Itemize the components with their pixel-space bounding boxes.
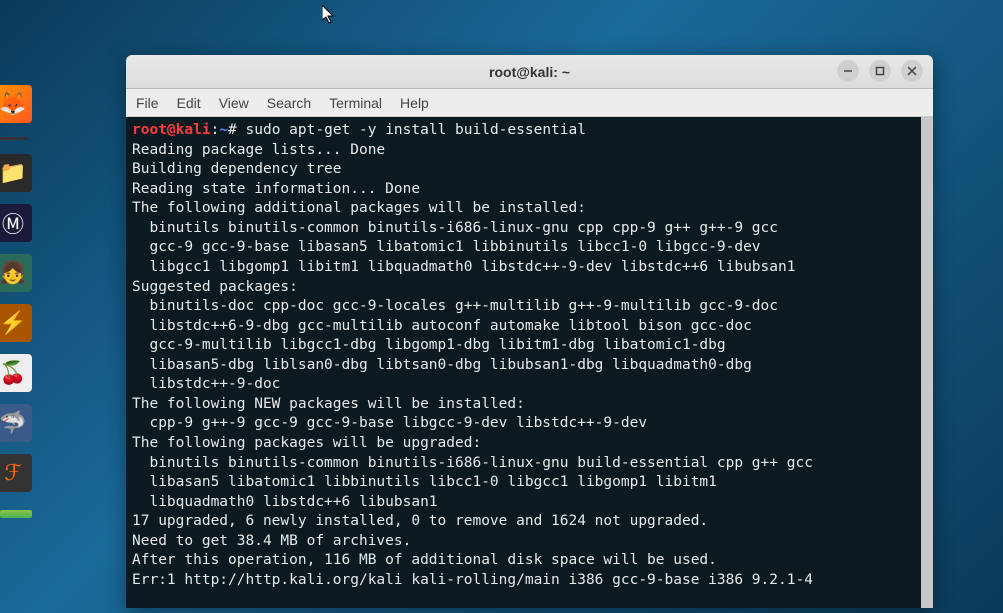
- window-title: root@kali: ~: [489, 64, 570, 80]
- burpsuite-icon[interactable]: ℱ: [0, 454, 32, 492]
- output-line: After this operation, 116 MB of addition…: [132, 552, 717, 568]
- menu-terminal[interactable]: Terminal: [329, 95, 382, 111]
- output-line: Suggested packages:: [132, 279, 298, 295]
- maximize-button[interactable]: [869, 60, 891, 82]
- output-line: libstdc++6-9-dbg gcc-multilib autoconf a…: [132, 318, 752, 334]
- prompt-host: kali: [176, 122, 211, 138]
- output-line: Reading state information... Done: [132, 181, 420, 197]
- menu-search[interactable]: Search: [267, 95, 311, 111]
- window-titlebar[interactable]: root@kali: ~: [126, 55, 933, 89]
- menubar: File Edit View Search Terminal Help: [126, 89, 933, 117]
- output-line: Reading package lists... Done: [132, 142, 385, 158]
- output-line: gcc-9 gcc-9-base libasan5 libatomic1 lib…: [132, 239, 761, 255]
- zap-icon[interactable]: ⚡: [0, 304, 32, 342]
- output-line: The following NEW packages will be insta…: [132, 396, 525, 412]
- prompt-user: root: [132, 122, 167, 138]
- terminal-body[interactable]: root@kali:~# sudo apt-get -y install bui…: [126, 117, 933, 608]
- output-line: libstdc++-9-doc: [132, 376, 280, 392]
- output-line: cpp-9 g++-9 gcc-9 gcc-9-base libgcc-9-de…: [132, 415, 647, 431]
- prompt-colon: :: [211, 122, 220, 138]
- show-apps-icon[interactable]: [0, 510, 32, 518]
- output-line: The following packages will be upgraded:: [132, 435, 481, 451]
- output-line: binutils binutils-common binutils-i686-l…: [132, 220, 778, 236]
- menu-edit[interactable]: Edit: [177, 95, 201, 111]
- minimize-button[interactable]: [837, 60, 859, 82]
- dock-separator: [0, 137, 28, 140]
- files-icon[interactable]: 📁: [0, 154, 32, 192]
- output-line: The following additional packages will b…: [132, 200, 586, 216]
- close-button[interactable]: [901, 60, 923, 82]
- terminal-window: root@kali: ~ File Edit View Search Termi…: [126, 55, 933, 608]
- desktop-dock: 🦊 📁 Ⓜ 👧 ⚡ 🍒 🦈 ℱ: [0, 85, 42, 518]
- window-controls: [837, 60, 923, 82]
- output-line: binutils binutils-common binutils-i686-l…: [132, 455, 813, 471]
- prompt-hash: #: [228, 122, 237, 138]
- output-line: binutils-doc cpp-doc gcc-9-locales g++-m…: [132, 298, 778, 314]
- output-line: Building dependency tree: [132, 161, 342, 177]
- metasploit-icon[interactable]: Ⓜ: [0, 204, 32, 242]
- output-line: libasan5-dbg liblsan0-dbg libtsan0-dbg l…: [132, 357, 752, 373]
- command-text: sudo apt-get -y install build-essential: [246, 122, 586, 138]
- cherrytree-icon[interactable]: 🍒: [0, 354, 32, 392]
- wireshark-icon[interactable]: 🦈: [0, 404, 32, 442]
- menu-help[interactable]: Help: [400, 95, 429, 111]
- mouse-cursor: [322, 5, 338, 25]
- output-line: gcc-9-multilib libgcc1-dbg libgomp1-dbg …: [132, 337, 726, 353]
- output-line: Need to get 38.4 MB of archives.: [132, 533, 411, 549]
- prompt-path: ~: [219, 122, 228, 138]
- armitage-icon[interactable]: 👧: [0, 254, 32, 292]
- output-line: libgcc1 libgomp1 libitm1 libquadmath0 li…: [132, 259, 795, 275]
- firefox-icon[interactable]: 🦊: [0, 85, 32, 123]
- prompt-at: @: [167, 122, 176, 138]
- output-line: 17 upgraded, 6 newly installed, 0 to rem…: [132, 513, 708, 529]
- output-line: libasan5 libatomic1 libbinutils libcc1-0…: [132, 474, 717, 490]
- menu-file[interactable]: File: [136, 95, 159, 111]
- output-line: Err:1 http://http.kali.org/kali kali-rol…: [132, 572, 813, 588]
- output-line: libquadmath0 libstdc++6 libubsan1: [132, 494, 438, 510]
- menu-view[interactable]: View: [219, 95, 249, 111]
